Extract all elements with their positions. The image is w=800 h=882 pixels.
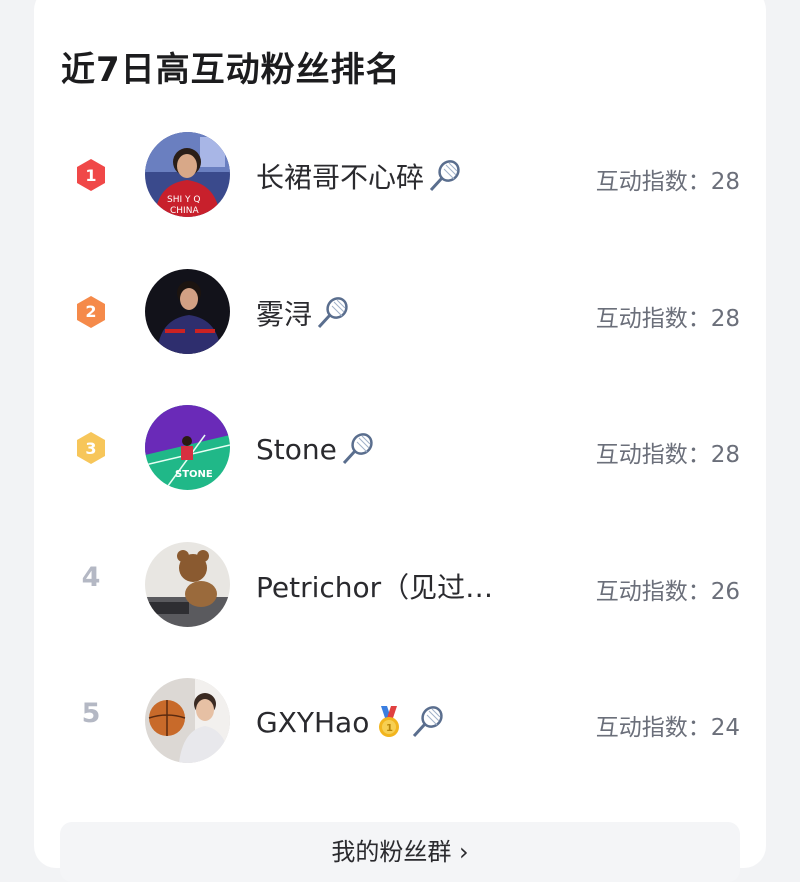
interaction-score: 互动指数：28 [595,305,740,332]
fan-name: Stone [256,432,337,466]
my-fan-group-button[interactable]: 我的粉丝群 › [60,822,740,882]
rank-number: 4 [81,561,101,593]
fan-name-wrap: 雾浔 [256,293,350,333]
fan-row[interactable]: 4 Petrichor（见过… 互动指数：26 [34,532,766,669]
rank-number: 5 [81,698,101,729]
fan-row[interactable]: 5 GXYHao 1 互动指数：24 [34,668,766,805]
badminton-icon [409,704,445,740]
svg-text:STONE: STONE [175,469,213,480]
fan-row[interactable]: 2 雾浔 互动指数：28 [34,259,766,396]
interaction-score: 互动指数：24 [595,715,740,741]
card-title: 近7日高互动粉丝排名 [61,50,401,90]
fan-name-wrap: Stone [256,429,375,469]
interaction-score: 互动指数：28 [595,442,740,468]
avatar[interactable]: SHI Y Q CHINA [145,132,230,217]
fan-list: 1 SHI Y Q CHINA 长裙哥不心碎 互动指数：28 2 雾浔 互动指数… [34,122,766,805]
fan-name: GXYHao [256,705,370,739]
fan-row[interactable]: 1 SHI Y Q CHINA 长裙哥不心碎 互动指数：28 [34,122,766,259]
svg-text:CHINA: CHINA [170,206,199,216]
fan-name: Petrichor（见过… [256,570,494,604]
avatar[interactable] [145,541,230,627]
rank-number: 2 [85,302,97,321]
fan-row[interactable]: 3 STONE Stone 互动指数：28 [34,395,766,532]
badminton-icon [426,158,462,194]
rank-number: 3 [85,438,97,458]
fan-ranking-card: 近7日高互动粉丝排名 1 SHI Y Q CHINA 长裙哥不心碎 互动指数：2… [34,0,766,882]
avatar[interactable] [145,268,230,354]
interaction-score: 互动指数：26 [595,578,740,605]
svg-text:1: 1 [386,723,393,734]
gold-medal-icon: 1 [371,704,407,740]
fan-name: 长裙哥不心碎 [256,161,425,194]
svg-text:SHI Y Q: SHI Y Q [167,195,200,205]
fan-name-wrap: Petrichor（见过… [256,566,493,606]
badminton-icon [314,295,350,331]
avatar[interactable] [145,678,230,763]
avatar[interactable]: STONE [145,405,230,490]
fan-name-wrap: 长裙哥不心碎 [256,156,462,196]
my-fan-group-label: 我的粉丝群 › [331,838,469,866]
fan-name: 雾浔 [256,297,313,331]
fan-name-wrap: GXYHao 1 [256,702,445,742]
badminton-icon [339,431,375,467]
rank-number: 1 [85,165,97,185]
interaction-score: 互动指数：28 [595,169,740,195]
